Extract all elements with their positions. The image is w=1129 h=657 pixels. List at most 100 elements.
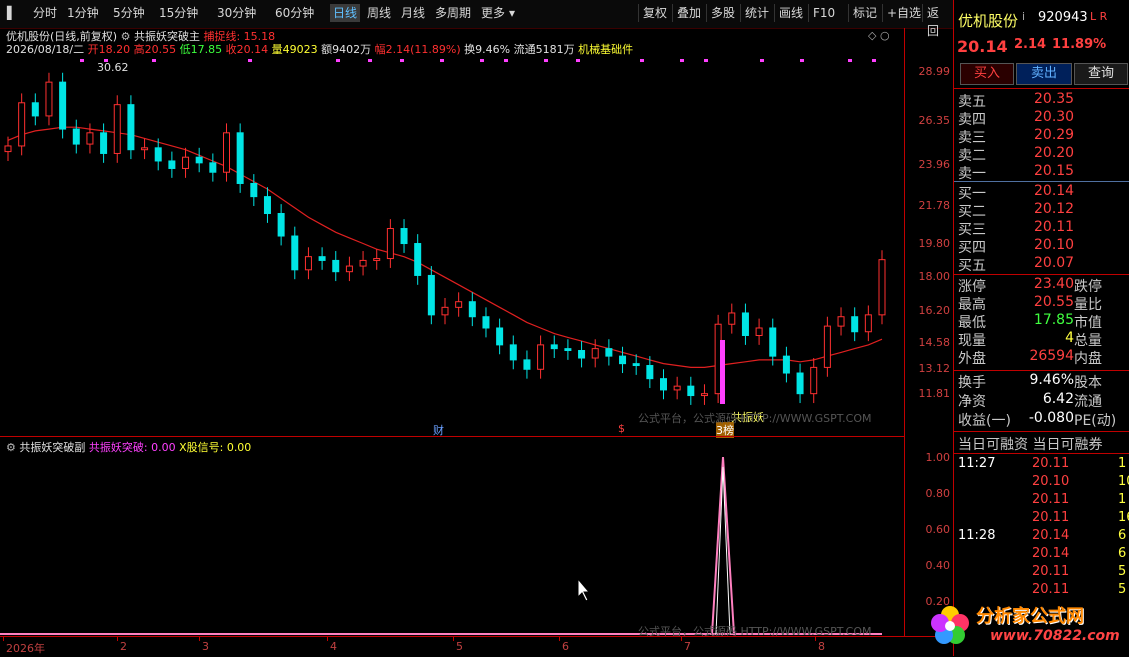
period-tab-1[interactable]: 1分钟 [64,4,102,22]
candle-body[interactable] [182,156,190,169]
candle-body[interactable] [796,372,804,395]
candle-body[interactable] [455,301,463,308]
sell-button[interactable]: 卖出 [1016,63,1072,85]
candle-body[interactable] [468,301,476,318]
candle-body[interactable] [4,145,12,153]
query-button[interactable]: 查询 [1074,63,1128,85]
candle-body[interactable] [223,132,230,173]
candle-body[interactable] [373,258,381,261]
candle-body[interactable] [100,132,108,154]
period-tab-6[interactable]: 日线 [330,4,361,22]
candle-body[interactable] [782,355,790,374]
candle-body[interactable] [728,312,736,325]
tool-button-0[interactable]: 复权 [640,4,670,22]
candle-body[interactable] [263,196,271,215]
candle-body[interactable] [427,274,435,316]
order-book-row[interactable]: 卖二 20.20 [954,145,1129,164]
panel-toggle-icons[interactable]: ◇ ○ [868,29,890,42]
candle-body[interactable] [45,81,53,117]
candle-body[interactable] [564,348,572,352]
candle-body[interactable] [127,104,135,151]
settings-icon[interactable]: ⚙ [6,441,16,454]
order-book-row[interactable]: 买三 20.11 [954,219,1129,238]
candle-body[interactable] [400,228,408,245]
order-book-row[interactable]: 卖五 20.35 [954,91,1129,110]
candle-body[interactable] [72,128,80,145]
candle-body[interactable] [550,344,558,350]
buy-button[interactable]: 买入 [960,63,1014,85]
order-book-row[interactable]: 卖一 20.15 [954,163,1129,182]
more-chevron-down-icon[interactable]: ▾ [506,4,518,22]
candle-body[interactable] [86,132,94,145]
sub-indicator-chart[interactable]: ⚙ 共振妖突破副 共振妖突破: 0.00 X股信号: 0.00 公式平台，公式源… [0,436,904,638]
tool-button-4[interactable]: 画线 [776,4,806,22]
order-book-row[interactable]: 买四 20.10 [954,237,1129,256]
tool-button-6[interactable]: 标记 [850,4,880,22]
candle-body[interactable] [113,104,121,154]
candle-body[interactable] [386,228,394,260]
candle-body[interactable] [837,316,845,327]
candle-body[interactable] [195,156,203,164]
period-tab-7[interactable]: 周线 [364,4,394,22]
period-tab-8[interactable]: 月线 [398,4,428,22]
candle-body[interactable] [864,314,872,333]
candle-body[interactable] [250,182,258,198]
candle-body[interactable] [741,312,749,336]
info-icon[interactable]: i [1022,10,1025,23]
period-tab-4[interactable]: 30分钟 [214,4,259,22]
candle-body[interactable] [810,366,818,395]
period-tab-5[interactable]: 60分钟 [272,4,317,22]
candle-body[interactable] [632,363,640,367]
candle-body[interactable] [482,316,490,329]
candle-body[interactable] [700,393,708,397]
candle-body[interactable] [209,162,217,173]
candle-body[interactable] [345,265,353,273]
order-book-row[interactable]: 买五 20.07 [954,255,1129,274]
candle-body[interactable] [236,132,244,184]
candle-body[interactable] [851,316,859,333]
candle-body[interactable] [509,344,517,361]
candle-body[interactable] [332,259,340,273]
candle-body[interactable] [605,348,613,357]
candle-body[interactable] [523,359,531,370]
candle-body[interactable] [441,306,449,316]
period-tab-9[interactable]: 多周期 [432,4,474,22]
candle-body[interactable] [414,243,422,276]
period-tab-10[interactable]: 更多 [478,4,508,22]
candle-body[interactable] [359,259,367,267]
candle-body[interactable] [591,348,599,359]
candle-body[interactable] [168,160,176,169]
candle-body[interactable] [31,102,39,117]
candle-body[interactable] [277,213,285,237]
order-book-row[interactable]: 买一 20.14 [954,183,1129,202]
candle-body[interactable] [687,385,695,397]
candle-body[interactable] [878,259,886,316]
tool-button-1[interactable]: 叠加 [674,4,704,22]
main-kline-chart[interactable]: 优机股份(日线,前复权) ⚙ 共振妖突破主 捕捉线: 15.18 2026/08… [0,28,904,438]
candle-body[interactable] [154,147,162,162]
tool-button-3[interactable]: 统计 [742,4,772,22]
tool-button-2[interactable]: 多股 [708,4,738,22]
period-tab-2[interactable]: 5分钟 [110,4,148,22]
candle-body[interactable] [578,350,586,359]
period-tab-0[interactable]: 分时 [30,4,60,22]
candle-body[interactable] [304,256,312,271]
candle-body[interactable] [291,235,299,271]
candle-body[interactable] [823,325,831,368]
order-book-row[interactable]: 卖四 20.30 [954,109,1129,128]
candle-body[interactable] [59,81,67,130]
candle-body[interactable] [318,256,326,261]
candle-body[interactable] [537,344,545,370]
menu-icon[interactable]: ▌ [4,4,19,22]
candle-body[interactable] [646,365,654,380]
tool-button-7[interactable]: +自选 [884,4,924,22]
order-book-row[interactable]: 买二 20.12 [954,201,1129,220]
candle-body[interactable] [673,385,681,391]
candle-body[interactable] [141,147,149,151]
period-tab-3[interactable]: 15分钟 [156,4,201,22]
candle-body[interactable] [18,102,26,147]
candle-body[interactable] [619,355,627,365]
tool-button-5[interactable]: F10 [810,4,838,22]
candle-body[interactable] [496,327,504,346]
candle-body[interactable] [755,327,763,336]
